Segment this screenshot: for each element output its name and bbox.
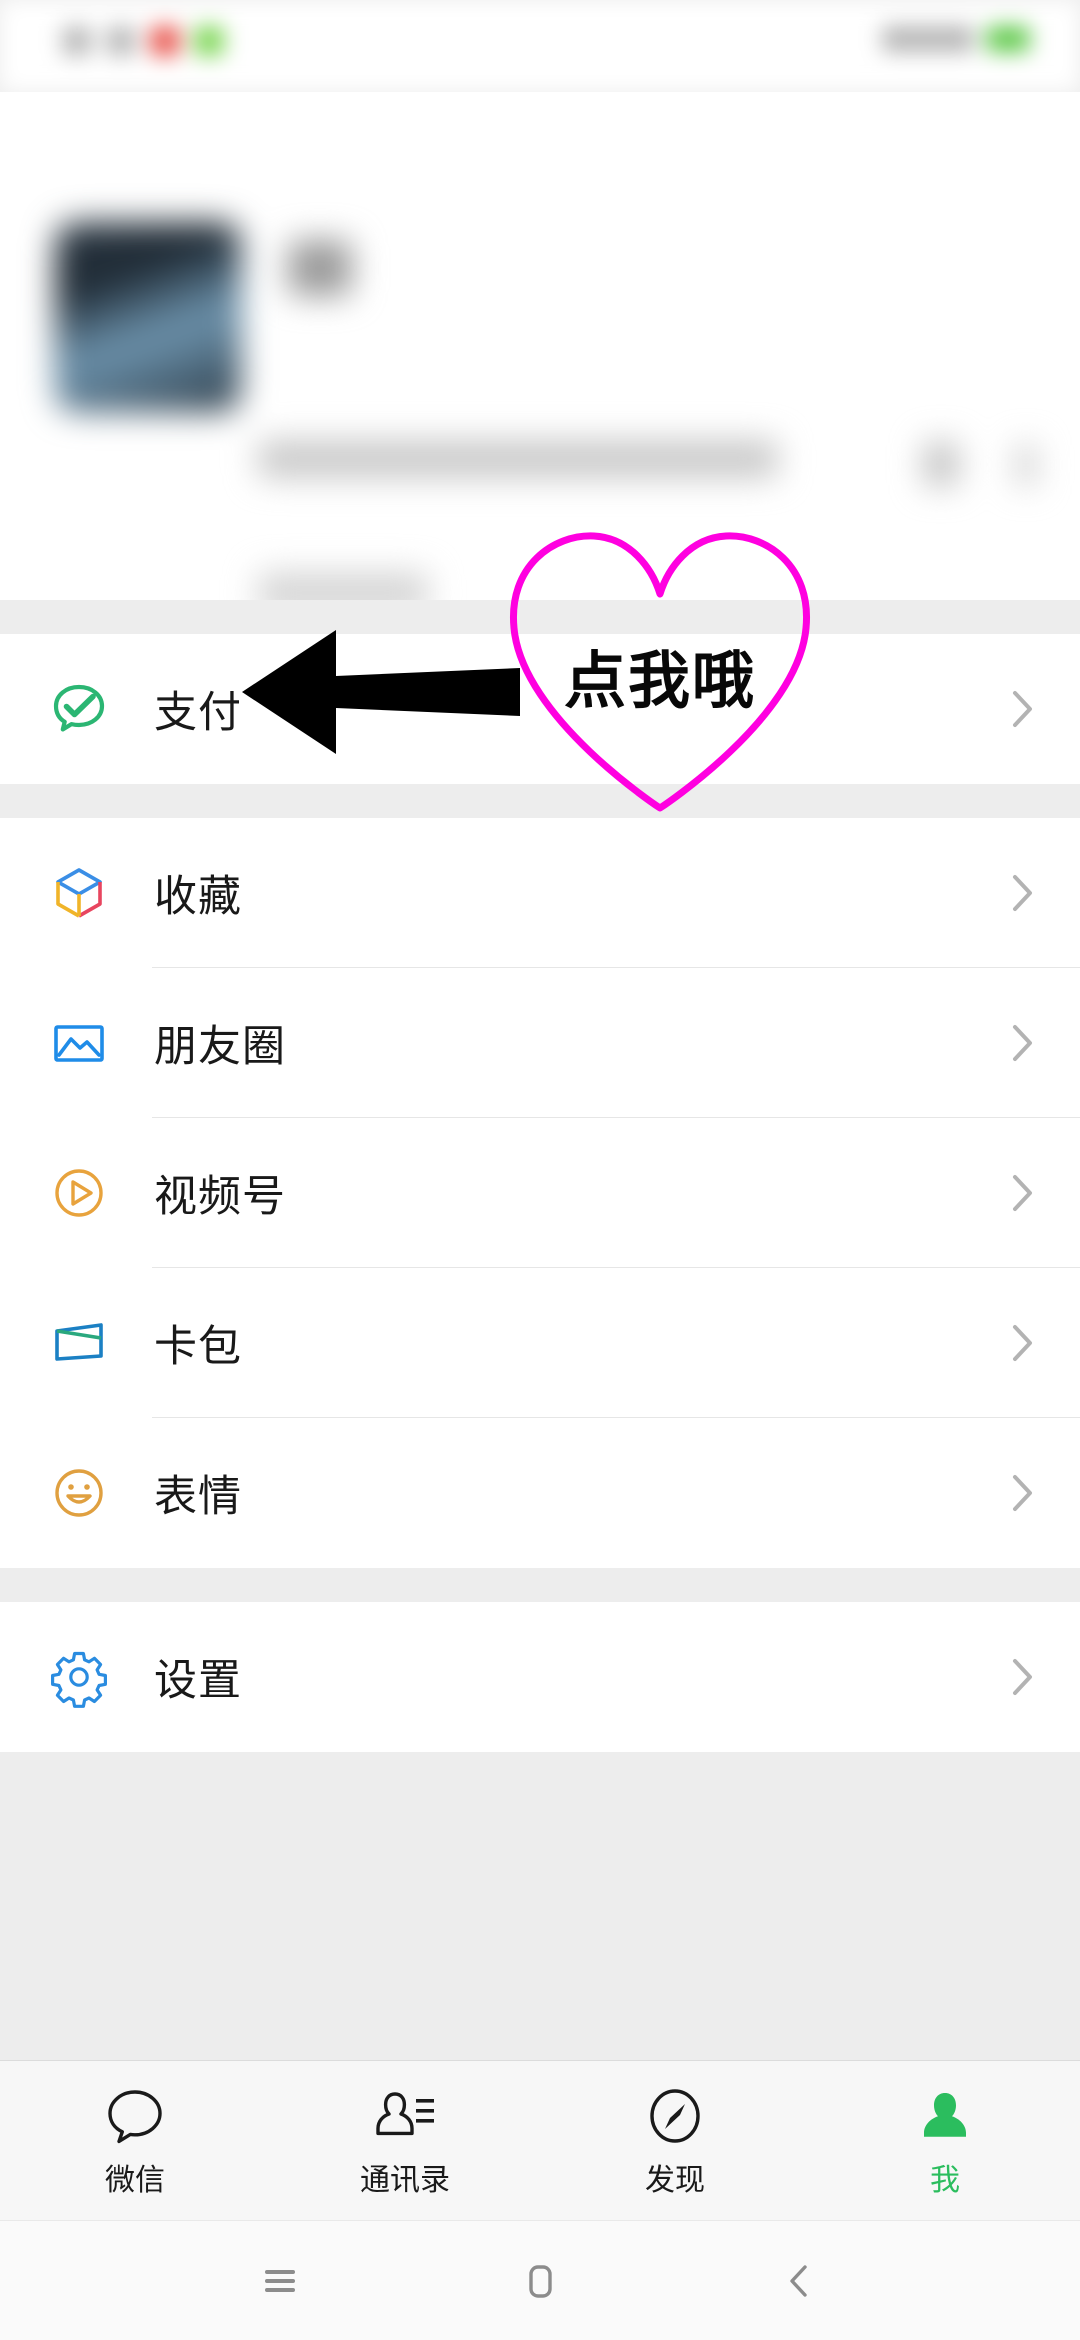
menu-row-label: 设置 xyxy=(154,1656,242,1706)
status-icon xyxy=(106,26,136,56)
profile-header-blurred-content xyxy=(0,92,1080,614)
tab-label: 通讯录 xyxy=(360,2162,450,2198)
status-clock xyxy=(882,26,974,52)
tab-contacts[interactable]: 通讯录 xyxy=(270,2061,540,2220)
android-navigation-bar xyxy=(0,2220,1080,2340)
empty-area xyxy=(0,1752,1080,2060)
section-gap xyxy=(0,784,1080,818)
tab-label: 我 xyxy=(930,2162,960,2198)
pay-bubble-check-icon xyxy=(48,678,110,740)
cards-wallet-icon xyxy=(48,1312,110,1374)
stickers-smiley-icon xyxy=(48,1462,110,1524)
tab-discover[interactable]: 发现 xyxy=(540,2061,810,2220)
favorites-cube-icon xyxy=(48,862,110,924)
bottom-tab-bar: 微信 通讯录 发现 我 xyxy=(0,2060,1080,2220)
avatar[interactable] xyxy=(55,222,241,412)
menu-row-label: 表情 xyxy=(154,1472,242,1522)
menu-row-label: 支付 xyxy=(154,688,242,738)
settings-gear-icon xyxy=(48,1646,110,1708)
profile-wechat-id xyxy=(258,440,778,478)
menu-row-favorites[interactable]: 收藏 xyxy=(0,818,1080,968)
menu-row-moments[interactable]: 朋友圈 xyxy=(0,968,1080,1118)
menu-row-label: 卡包 xyxy=(154,1322,242,1372)
section-gap xyxy=(0,600,1080,634)
status-bar-notification-icons xyxy=(62,26,224,56)
menu-row-label: 收藏 xyxy=(154,872,242,922)
channels-play-icon xyxy=(48,1162,110,1224)
menu-row-label: 朋友圈 xyxy=(154,1022,286,1072)
menu-row-channels[interactable]: 视频号 xyxy=(0,1118,1080,1268)
chevron-right-icon xyxy=(1016,444,1036,486)
tab-label: 微信 xyxy=(105,2162,165,2198)
menu-group-services: 收藏 朋友圈 视频号 卡包 表情 xyxy=(0,818,1080,1568)
status-bar xyxy=(0,0,1080,92)
chevron-right-icon xyxy=(1012,1473,1034,1513)
compass-icon xyxy=(646,2083,704,2145)
phone-screen: 支付 收藏 朋友圈 视频号 卡包 表情 设置 微信 通讯录 发现 我 点我哦 xyxy=(0,0,1080,2340)
tab-me[interactable]: 我 xyxy=(810,2061,1080,2220)
chevron-right-icon xyxy=(1012,873,1034,913)
menu-row-label: 视频号 xyxy=(154,1172,286,1222)
tab-wechat[interactable]: 微信 xyxy=(0,2061,270,2220)
chevron-right-icon xyxy=(1012,1657,1034,1697)
chevron-right-icon xyxy=(1012,1323,1034,1363)
profile-header[interactable] xyxy=(0,92,1080,614)
battery-icon xyxy=(986,26,1030,52)
profile-nickname xyxy=(288,240,352,296)
menu-lines-icon[interactable] xyxy=(245,2246,315,2316)
status-icon xyxy=(194,26,224,56)
chat-bubble-icon xyxy=(104,2083,166,2145)
chevron-left-icon[interactable] xyxy=(765,2246,835,2316)
chevron-right-icon xyxy=(1012,689,1034,729)
tab-label: 发现 xyxy=(645,2162,705,2198)
status-icon xyxy=(150,26,180,56)
rounded-square-icon[interactable] xyxy=(505,2246,575,2316)
menu-row-pay[interactable]: 支付 xyxy=(0,634,1080,784)
section-gap xyxy=(0,1568,1080,1602)
status-icon xyxy=(62,26,92,56)
menu-group-pay: 支付 xyxy=(0,634,1080,784)
chevron-right-icon xyxy=(1012,1023,1034,1063)
contacts-icon xyxy=(372,2083,438,2145)
qr-code-icon[interactable] xyxy=(924,442,958,486)
menu-row-cards[interactable]: 卡包 xyxy=(0,1268,1080,1418)
menu-row-stickers[interactable]: 表情 xyxy=(0,1418,1080,1568)
status-bar-system-icons xyxy=(882,26,1030,52)
person-icon xyxy=(916,2083,974,2145)
moments-photo-icon xyxy=(48,1012,110,1074)
menu-row-settings[interactable]: 设置 xyxy=(0,1602,1080,1752)
menu-group-settings: 设置 xyxy=(0,1602,1080,1752)
chevron-right-icon xyxy=(1012,1173,1034,1213)
